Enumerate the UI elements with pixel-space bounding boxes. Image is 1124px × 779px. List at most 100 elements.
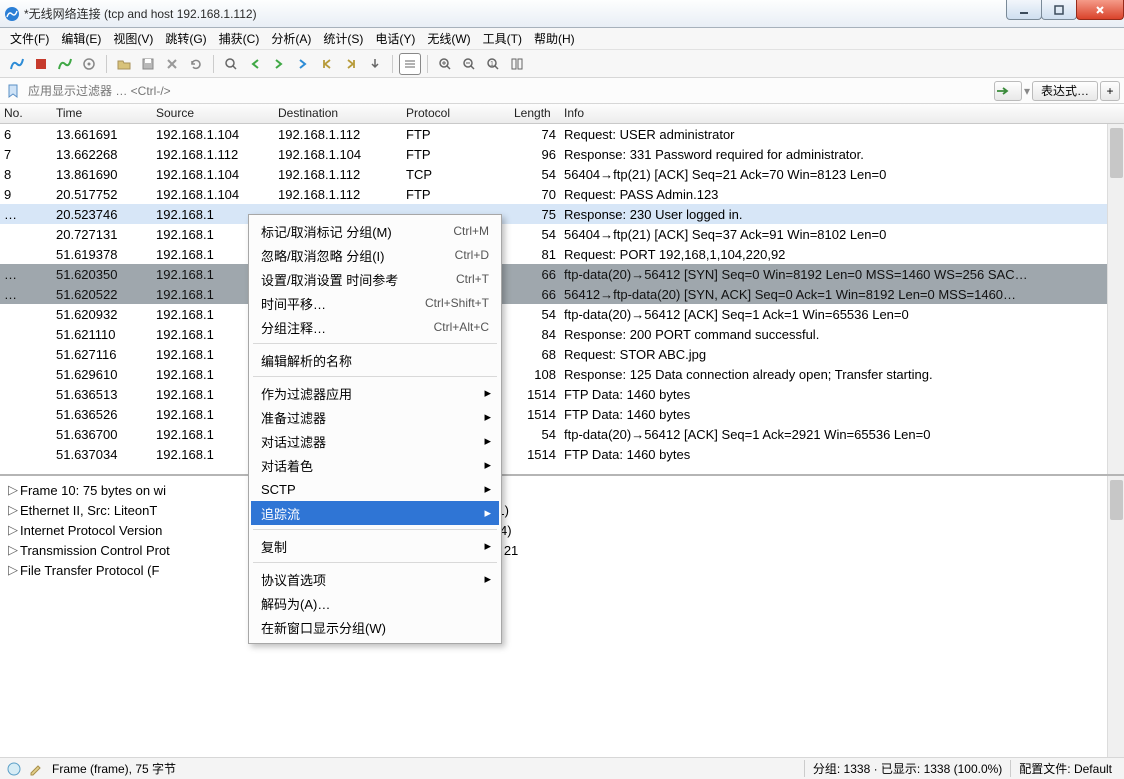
context-menu-item[interactable]: 追踪流▸ — [251, 501, 499, 525]
tree-node[interactable]: ▷Ethernet II, Src: LiteonTt: LiteonTe_47… — [8, 500, 1124, 520]
colorize-icon[interactable] — [399, 53, 421, 75]
expert-info-icon[interactable] — [6, 761, 22, 777]
restart-capture-icon[interactable] — [54, 53, 76, 75]
packet-row[interactable]: 51.619378192.168.181Request: PORT 192,16… — [0, 244, 1124, 264]
menu-separator — [253, 529, 497, 530]
reload-file-icon[interactable] — [185, 53, 207, 75]
add-filter-button[interactable]: + — [1100, 81, 1120, 101]
packet-row[interactable]: 813.861690192.168.1.104192.168.1.112TCP5… — [0, 164, 1124, 184]
svg-text:1: 1 — [490, 61, 494, 68]
packet-list[interactable]: 613.661691192.168.1.104192.168.1.112FTP7… — [0, 124, 1124, 476]
close-file-icon[interactable] — [161, 53, 183, 75]
context-menu-item[interactable]: SCTP▸ — [251, 477, 499, 501]
packet-row[interactable]: 51.636700192.168.154ftp-data(20)→56412 [… — [0, 424, 1124, 444]
packet-row[interactable]: 51.627116192.168.168Request: STOR ABC.jp… — [0, 344, 1124, 364]
packet-row[interactable]: …51.620522192.168.16656412→ftp-data(20) … — [0, 284, 1124, 304]
maximize-button[interactable] — [1041, 0, 1077, 20]
context-menu-item[interactable]: 复制▸ — [251, 534, 499, 558]
context-menu-item[interactable]: 对话着色▸ — [251, 453, 499, 477]
go-last-icon[interactable] — [340, 53, 362, 75]
menu-capture[interactable]: 捕获(C) — [213, 28, 266, 49]
context-menu-item[interactable]: 分组注释…Ctrl+Alt+C — [251, 315, 499, 339]
resize-columns-icon[interactable] — [506, 53, 528, 75]
tree-scrollbar[interactable] — [1107, 476, 1124, 757]
packet-row[interactable]: 51.636526192.168.11514FTP Data: 1460 byt… — [0, 404, 1124, 424]
context-menu-item[interactable]: 准备过滤器▸ — [251, 405, 499, 429]
packet-row[interactable]: …20.523746192.168.175Response: 230 User … — [0, 204, 1124, 224]
minimize-button[interactable] — [1006, 0, 1042, 20]
packet-row[interactable]: 51.629610192.168.1108Response: 125 Data … — [0, 364, 1124, 384]
packet-list-header: No. Time Source Destination Protocol Len… — [0, 104, 1124, 124]
packet-context-menu[interactable]: 标记/取消标记 分组(M)Ctrl+M忽略/取消忽略 分组(I)Ctrl+D设置… — [248, 214, 502, 644]
menu-view[interactable]: 视图(V) — [107, 28, 159, 49]
col-protocol[interactable]: Protocol — [402, 104, 510, 123]
packet-row[interactable]: 51.620932192.168.154ftp-data(20)→56412 [… — [0, 304, 1124, 324]
capture-options-icon[interactable] — [78, 53, 100, 75]
toolbar-separator — [213, 55, 214, 73]
context-menu-item[interactable]: 标记/取消标记 分组(M)Ctrl+M — [251, 219, 499, 243]
context-menu-item[interactable]: 协议首选项▸ — [251, 567, 499, 591]
apply-filter-button[interactable] — [994, 81, 1022, 101]
packet-row[interactable]: …51.620350192.168.166ftp-data(20)→56412 … — [0, 264, 1124, 284]
zoom-reset-icon[interactable]: 1 — [482, 53, 504, 75]
tree-node[interactable]: ▷Internet Protocol Version112), Dst: 192… — [8, 520, 1124, 540]
expression-button[interactable]: 表达式… — [1032, 81, 1098, 101]
bookmark-icon[interactable] — [4, 82, 22, 100]
context-menu-item[interactable]: 时间平移…Ctrl+Shift+T — [251, 291, 499, 315]
packet-row[interactable]: 51.637034192.168.11514FTP Data: 1460 byt… — [0, 444, 1124, 464]
go-to-packet-icon[interactable] — [292, 53, 314, 75]
tree-node[interactable]: ▷Transmission Control Prot: 56404 (56404… — [8, 540, 1124, 560]
col-source[interactable]: Source — [152, 104, 274, 123]
menu-wireless[interactable]: 无线(W) — [421, 28, 476, 49]
menu-tools[interactable]: 工具(T) — [477, 28, 528, 49]
context-menu-item[interactable]: 作为过滤器应用▸ — [251, 381, 499, 405]
menu-telephony[interactable]: 电话(Y) — [369, 28, 421, 49]
col-destination[interactable]: Destination — [274, 104, 402, 123]
menu-statistics[interactable]: 统计(S) — [317, 28, 369, 49]
close-button[interactable] — [1076, 0, 1124, 20]
zoom-out-icon[interactable] — [458, 53, 480, 75]
auto-scroll-icon[interactable] — [364, 53, 386, 75]
window-title: *无线网络连接 (tcp and host 192.168.1.112) — [24, 5, 257, 22]
start-capture-icon[interactable] — [6, 53, 28, 75]
zoom-in-icon[interactable] — [434, 53, 456, 75]
menu-help[interactable]: 帮助(H) — [528, 28, 581, 49]
stop-capture-icon[interactable] — [30, 53, 52, 75]
packet-row[interactable]: 920.517752192.168.1.104192.168.1.112FTP7… — [0, 184, 1124, 204]
menu-file[interactable]: 文件(F) — [4, 28, 55, 49]
go-back-icon[interactable] — [244, 53, 266, 75]
go-first-icon[interactable] — [316, 53, 338, 75]
menu-edit[interactable]: 编辑(E) — [55, 28, 107, 49]
packet-row[interactable]: 51.636513192.168.11514FTP Data: 1460 byt… — [0, 384, 1124, 404]
col-time[interactable]: Time — [52, 104, 152, 123]
menu-analyze[interactable]: 分析(A) — [265, 28, 317, 49]
packet-row[interactable]: 713.662268192.168.1.112192.168.1.104FTP9… — [0, 144, 1124, 164]
save-file-icon[interactable] — [137, 53, 159, 75]
context-menu-item[interactable]: 忽略/取消忽略 分组(I)Ctrl+D — [251, 243, 499, 267]
app-icon — [4, 6, 20, 22]
go-forward-icon[interactable] — [268, 53, 290, 75]
col-length[interactable]: Length — [510, 104, 560, 123]
context-menu-item[interactable]: 编辑解析的名称 — [251, 348, 499, 372]
menu-go[interactable]: 跳转(G) — [159, 28, 212, 49]
packet-list-scrollbar[interactable] — [1107, 124, 1124, 474]
context-menu-item[interactable]: 设置/取消设置 时间参考Ctrl+T — [251, 267, 499, 291]
status-profile[interactable]: 配置文件: Default — [1010, 760, 1120, 777]
tree-node[interactable]: ▷File Transfer Protocol (F — [8, 560, 1124, 580]
tree-node[interactable]: ▷Frame 10: 75 bytes on wi00 bits) on int… — [8, 480, 1124, 500]
open-file-icon[interactable] — [113, 53, 135, 75]
packet-row[interactable]: 613.661691192.168.1.104192.168.1.112FTP7… — [0, 124, 1124, 144]
find-packet-icon[interactable] — [220, 53, 242, 75]
packet-row[interactable]: 20.727131192.168.15456404→ftp(21) [ACK] … — [0, 224, 1124, 244]
display-filter-input[interactable] — [26, 83, 990, 99]
menu-separator — [253, 343, 497, 344]
context-menu-item[interactable]: 解码为(A)… — [251, 591, 499, 615]
menu-separator — [253, 562, 497, 563]
packet-details-tree[interactable]: ▷Frame 10: 75 bytes on wi00 bits) on int… — [0, 476, 1124, 757]
edit-icon[interactable] — [28, 761, 44, 777]
col-no[interactable]: No. — [0, 104, 52, 123]
context-menu-item[interactable]: 对话过滤器▸ — [251, 429, 499, 453]
packet-row[interactable]: 51.621110192.168.184Response: 200 PORT c… — [0, 324, 1124, 344]
context-menu-item[interactable]: 在新窗口显示分组(W) — [251, 615, 499, 639]
col-info[interactable]: Info — [560, 104, 1124, 123]
